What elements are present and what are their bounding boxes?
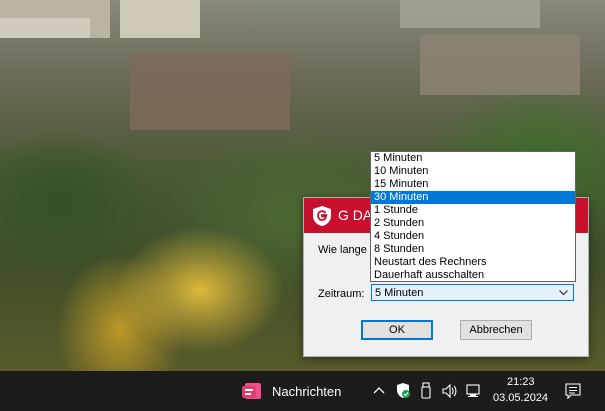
cancel-button[interactable]: Abbrechen [460, 320, 532, 340]
speaker-icon[interactable] [441, 382, 457, 400]
dropdown-option-1-stunde[interactable]: 1 Stunde [371, 204, 575, 217]
usb-drive-icon[interactable] [418, 382, 434, 400]
dropdown-option-15-minuten[interactable]: 15 Minuten [371, 178, 575, 191]
zeitraum-label: Zeitraum: [318, 288, 365, 300]
chevron-up-icon[interactable] [371, 382, 387, 400]
notification-icon[interactable] [565, 382, 581, 400]
dropdown-option-5-minuten[interactable]: 5 Minuten [371, 152, 575, 165]
ok-button[interactable]: OK [361, 320, 433, 340]
dropdown-option-2-stunden[interactable]: 2 Stunden [371, 217, 575, 230]
stone-wall-right [420, 35, 580, 95]
fence-left [0, 18, 90, 38]
stone-wall [130, 55, 290, 130]
clock-time[interactable]: 21:23 [507, 376, 535, 388]
taskbar: Nachrichten 21:23 03.05.2024 [0, 371, 605, 411]
dialog-title: G DA [338, 207, 373, 223]
dropdown-option-4-stunden[interactable]: 4 Stunden [371, 230, 575, 243]
dropdown-option-30-minuten[interactable]: 30 Minuten [371, 191, 575, 204]
news-widget-label[interactable]: Nachrichten [272, 384, 341, 399]
zeitraum-dropdown-list: 5 Minuten 10 Minuten 15 Minuten 30 Minut… [370, 151, 576, 282]
zeitraum-selected-value: 5 Minuten [375, 287, 424, 299]
chevron-down-icon [559, 290, 568, 296]
news-widget-icon[interactable] [240, 379, 264, 403]
dropdown-option-8-stunden[interactable]: 8 Stunden [371, 243, 575, 256]
dropdown-option-dauerhaft[interactable]: Dauerhaft ausschalten [371, 269, 575, 282]
clock-date[interactable]: 03.05.2024 [493, 392, 548, 404]
gdata-shield-logo-icon [313, 206, 331, 226]
defender-shield-icon[interactable] [395, 382, 411, 400]
building-top-right [400, 0, 540, 28]
dropdown-option-neustart[interactable]: Neustart des Rechners [371, 256, 575, 269]
network-icon[interactable] [466, 382, 482, 400]
dropdown-option-10-minuten[interactable]: 10 Minuten [371, 165, 575, 178]
dialog-question: Wie lange s [318, 244, 376, 256]
zeitraum-select[interactable]: 5 Minuten [371, 284, 574, 301]
building-center [120, 0, 200, 38]
